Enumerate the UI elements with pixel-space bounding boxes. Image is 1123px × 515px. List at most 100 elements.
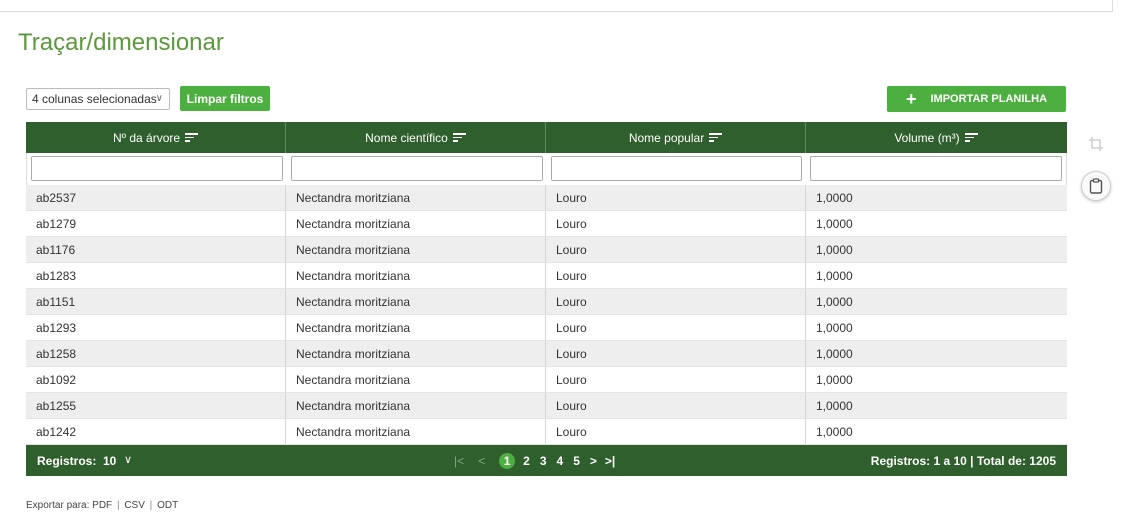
- header-row: Nº da árvore Nome científico Nome popula…: [26, 122, 1067, 153]
- table-row[interactable]: ab1279 Nectandra moritziana Louro 1,0000: [26, 211, 1067, 237]
- column-header-label: Nº da árvore: [112, 130, 181, 145]
- table-cell: Nectandra moritziana: [286, 367, 546, 392]
- table-cell: ab1258: [26, 341, 286, 366]
- page-button-current[interactable]: 1: [499, 452, 516, 469]
- table-cell: ab1242: [26, 419, 286, 444]
- separator: |: [149, 500, 153, 511]
- export-pdf-link[interactable]: PDF: [92, 500, 112, 511]
- sort-icon[interactable]: [709, 133, 723, 142]
- table-cell: ab1176: [26, 237, 286, 262]
- table-cell: ab1151: [26, 289, 286, 314]
- filter-input-volume[interactable]: [810, 156, 1062, 181]
- page-button[interactable]: 4: [557, 454, 564, 468]
- table-row[interactable]: ab1092 Nectandra moritziana Louro 1,0000: [26, 367, 1067, 393]
- sort-icon[interactable]: [964, 133, 978, 142]
- table-row[interactable]: ab1293 Nectandra moritziana Louro 1,0000: [26, 315, 1067, 341]
- table-footer: Registros: 10 ∨ |< < 1 2 3 4 5 > >| Regi…: [26, 445, 1067, 476]
- top-frame: [0, 0, 1113, 12]
- table-cell: Louro: [546, 263, 806, 288]
- table-body: ab2537 Nectandra moritziana Louro 1,0000…: [26, 185, 1067, 445]
- filter-input-popular-name[interactable]: [550, 156, 803, 181]
- table-row[interactable]: ab1258 Nectandra moritziana Louro 1,0000: [26, 341, 1067, 367]
- column-header-label: Nome científico: [365, 130, 448, 145]
- first-page-icon[interactable]: |<: [454, 454, 464, 468]
- column-header-scientific-name[interactable]: Nome científico: [286, 122, 546, 153]
- table-row[interactable]: ab1283 Nectandra moritziana Louro 1,0000: [26, 263, 1067, 289]
- table-row[interactable]: ab1176 Nectandra moritziana Louro 1,0000: [26, 237, 1067, 263]
- table-cell: 1,0000: [816, 398, 853, 413]
- table-cell: Louro: [546, 393, 806, 418]
- table-cell: ab2537: [26, 185, 286, 210]
- next-page-icon[interactable]: >: [590, 454, 597, 468]
- column-header-label: Nome popular: [628, 130, 705, 145]
- table-cell: Louro: [546, 211, 806, 236]
- page-title: Traçar/dimensionar: [18, 29, 224, 56]
- table-cell: Louro: [546, 341, 806, 366]
- column-header-label: Volume (m³): [894, 130, 960, 145]
- table-cell: Nectandra moritziana: [286, 393, 546, 418]
- filter-input-scientific-name[interactable]: [290, 156, 543, 181]
- table-row[interactable]: ab1151 Nectandra moritziana Louro 1,0000: [26, 289, 1067, 315]
- separator: |: [116, 500, 120, 511]
- table-cell: Nectandra moritziana: [286, 185, 546, 210]
- table-cell: Nectandra moritziana: [286, 263, 546, 288]
- table-cell: Nectandra moritziana: [286, 289, 546, 314]
- crop-icon[interactable]: [1081, 129, 1111, 159]
- table-cell: Louro: [546, 315, 806, 340]
- previous-page-icon[interactable]: <: [478, 454, 485, 468]
- export-label: Exportar para:: [26, 500, 90, 511]
- sort-icon[interactable]: [452, 133, 466, 142]
- table-cell: ab1293: [26, 315, 286, 340]
- table-cell: Louro: [546, 367, 806, 392]
- data-grid: Nº da árvore Nome científico Nome popula…: [26, 122, 1067, 476]
- table-cell: Louro: [546, 185, 806, 210]
- page-size-select[interactable]: 10: [103, 454, 116, 468]
- table-cell: Louro: [546, 289, 806, 314]
- table-cell: 1,0000: [816, 268, 853, 283]
- table-cell: 1,0000: [816, 216, 853, 231]
- records-summary: Registros: 1 a 10 | Total de: 1205: [870, 453, 1056, 468]
- table-cell: Nectandra moritziana: [286, 341, 546, 366]
- column-header-popular-name[interactable]: Nome popular: [546, 122, 806, 153]
- column-select-value: 4 colunas selecionadas: [32, 92, 157, 106]
- table-cell: ab1279: [26, 211, 286, 236]
- filter-input-tree-number[interactable]: [31, 156, 283, 181]
- column-select[interactable]: 4 colunas selecionadas ∨: [26, 88, 170, 110]
- table-cell: Nectandra moritziana: [286, 419, 546, 444]
- table-cell: Nectandra moritziana: [286, 237, 546, 262]
- table-cell: Louro: [546, 419, 806, 444]
- table-row[interactable]: ab1255 Nectandra moritziana Louro 1,0000: [26, 393, 1067, 419]
- sort-icon[interactable]: [185, 133, 199, 142]
- import-spreadsheet-button[interactable]: + IMPORTAR PLANILHA: [887, 86, 1066, 112]
- export-csv-link[interactable]: CSV: [124, 500, 145, 511]
- last-page-icon[interactable]: >|: [605, 454, 615, 468]
- table-cell: 1,0000: [816, 320, 853, 335]
- records-label: Registros:: [37, 453, 97, 468]
- table-row[interactable]: ab1242 Nectandra moritziana Louro 1,0000: [26, 419, 1067, 445]
- table-cell: 1,0000: [816, 424, 853, 439]
- page-button[interactable]: 3: [540, 454, 547, 468]
- table-cell: 1,0000: [816, 346, 853, 361]
- table-cell: ab1283: [26, 263, 286, 288]
- table-cell: Nectandra moritziana: [286, 315, 546, 340]
- plus-icon: +: [905, 89, 917, 109]
- table-cell: 1,0000: [816, 190, 853, 205]
- column-header-volume[interactable]: Volume (m³): [806, 122, 1066, 153]
- page-button[interactable]: 5: [573, 454, 580, 468]
- chevron-down-icon[interactable]: ∨: [124, 453, 132, 466]
- export-bar: Exportar para: PDF | CSV | ODT: [26, 500, 178, 511]
- import-label: IMPORTAR PLANILHA: [930, 93, 1048, 105]
- page-button[interactable]: 2: [523, 454, 530, 468]
- clear-filters-button[interactable]: Limpar filtros: [180, 86, 270, 111]
- column-header-tree-number[interactable]: Nº da árvore: [26, 122, 286, 153]
- clipboard-icon[interactable]: [1081, 171, 1111, 201]
- export-odt-link[interactable]: ODT: [157, 500, 178, 511]
- chevron-down-icon: ∨: [155, 93, 163, 104]
- filter-row: [26, 153, 1067, 185]
- table-cell: 1,0000: [816, 294, 853, 309]
- table-row[interactable]: ab2537 Nectandra moritziana Louro 1,0000: [26, 185, 1067, 211]
- table-cell: Nectandra moritziana: [286, 211, 546, 236]
- pagination: |< < 1 2 3 4 5 > >|: [454, 445, 623, 476]
- table-cell: 1,0000: [816, 242, 853, 257]
- table-cell: 1,0000: [816, 372, 853, 387]
